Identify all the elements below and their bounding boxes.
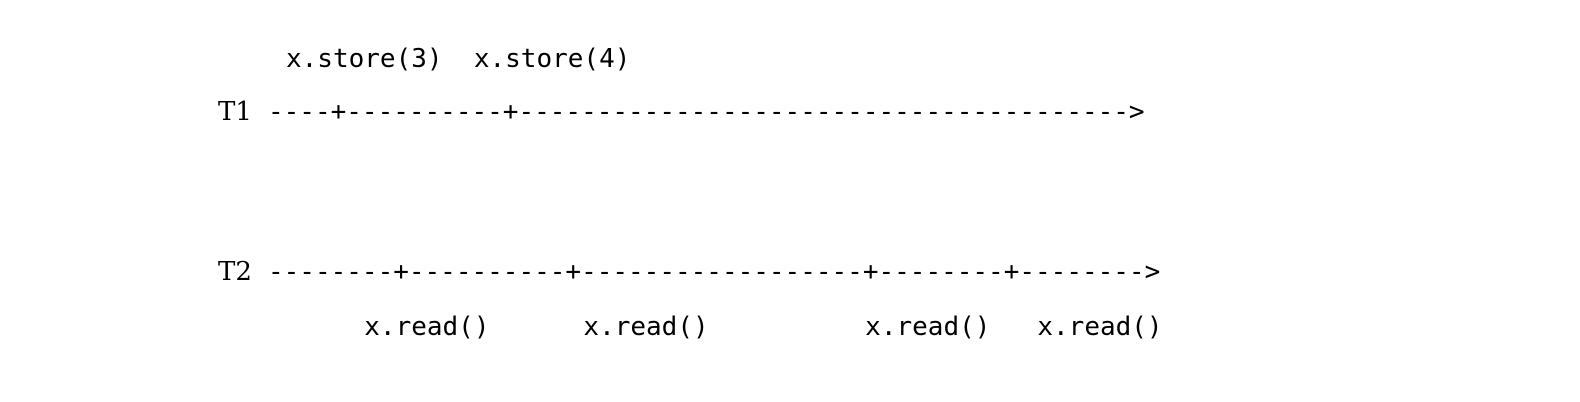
thread-1-label: T1 bbox=[218, 97, 252, 127]
thread-2-label: T2 bbox=[218, 257, 252, 287]
thread-1-timeline: ----+----------+------------------------… bbox=[268, 97, 1145, 127]
thread-2-timeline: --------+----------+------------------+-… bbox=[268, 257, 1161, 287]
t1-operations-label: x.store(3) x.store(4) bbox=[286, 44, 631, 74]
t2-operations-label: x.read() x.read() x.read() x.read() bbox=[286, 312, 1163, 342]
